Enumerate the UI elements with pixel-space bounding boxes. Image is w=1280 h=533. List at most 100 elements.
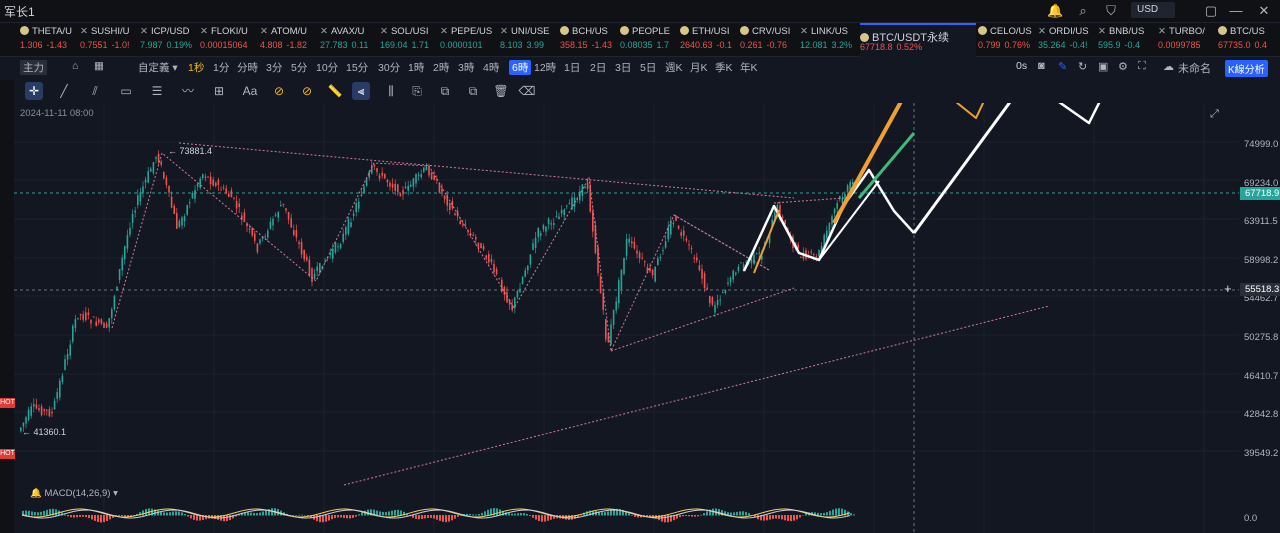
refresh-icon[interactable]: ↻ <box>1078 60 1087 73</box>
pattern-icon[interactable]: ⫷ <box>352 82 370 100</box>
trash-icon[interactable]: ⌫ <box>518 82 536 100</box>
cloud-icon[interactable]: ☁ <box>1163 60 1174 73</box>
pen-icon[interactable]: ✎ <box>1058 60 1067 73</box>
timeframe-option[interactable]: 3日 <box>615 60 631 75</box>
close-tab-icon[interactable]: ✕ <box>800 26 808 37</box>
lock-drawing-icon[interactable]: ⊘ <box>298 82 316 100</box>
timeframe-option[interactable]: 月K <box>690 60 708 75</box>
kline-analysis-button[interactable]: K線分析 <box>1225 60 1268 77</box>
currency-select[interactable]: USD <box>1131 2 1175 18</box>
timeframe-option[interactable]: 15分 <box>346 60 368 75</box>
price-chart[interactable] <box>14 103 1280 533</box>
ticker-tab[interactable]: PEOPLE 0.08035 1.7 <box>620 23 678 56</box>
search-icon[interactable]: ⌕ <box>1075 3 1091 19</box>
timeframe-option[interactable]: 1秒 <box>188 60 204 75</box>
crosshair-plus-icon[interactable]: + <box>1224 281 1232 296</box>
trend-line-icon[interactable]: ╱ <box>55 82 73 100</box>
candle-body <box>662 249 664 251</box>
fullscreen-icon[interactable]: ⛶ <box>1138 60 1146 73</box>
timeframe-option[interactable]: 2時 <box>433 60 449 75</box>
timeframe-option[interactable]: 1分 <box>213 60 229 75</box>
ticker-tab[interactable]: CELO/US 0.799 0.76% <box>978 23 1036 56</box>
magnet-icon[interactable]: ⊘ <box>270 82 288 100</box>
settings-icon[interactable]: ⚙ <box>1118 60 1128 73</box>
layout-name[interactable]: 未命名 <box>1178 60 1211 76</box>
close-icon[interactable]: ✕ <box>1256 3 1272 19</box>
ruler-icon[interactable]: 📏 <box>326 82 344 100</box>
macd-indicator-label[interactable]: 🔔 MACD(14,26,9) ▾ <box>30 488 118 499</box>
timeframe-option[interactable]: 6時 <box>509 60 532 75</box>
copy-icon[interactable]: ⎘ <box>408 82 426 100</box>
timeframe-option[interactable]: 分時 <box>237 60 258 75</box>
crosshair-icon[interactable]: ✛ <box>25 82 43 100</box>
clone-icon[interactable]: ⧉ <box>464 82 482 100</box>
timeframe-option[interactable]: 30分 <box>378 60 400 75</box>
shirt-icon[interactable]: ⛉ <box>1103 3 1119 19</box>
ticker-tab[interactable]: BTC/US 67735.0 0.4 <box>1218 23 1276 56</box>
duplicate-icon[interactable]: ⧉ <box>436 82 454 100</box>
hot-badge-2[interactable]: HOT <box>0 449 15 459</box>
ticker-tab[interactable]: ✕ TURBO/0.0099785 <box>1158 23 1216 56</box>
text-icon[interactable]: Aa <box>241 82 259 100</box>
ticker-tab[interactable]: ✕ ATOM/U 4.808 -1.82 <box>260 23 318 56</box>
close-tab-icon[interactable]: ✕ <box>80 26 88 37</box>
close-tab-icon[interactable]: ✕ <box>500 26 508 37</box>
camera-icon[interactable]: ◙ <box>1038 60 1045 72</box>
expand-icon[interactable]: ⤢ <box>1210 108 1219 121</box>
timeframe-option[interactable]: 3時 <box>458 60 474 75</box>
candle-body <box>373 164 376 167</box>
ticker-tab[interactable]: ✕ SUSHI/U 0.7551 -1.0! <box>80 23 138 56</box>
minimize-icon[interactable]: — <box>1228 3 1244 19</box>
bell-icon[interactable]: 🔔 <box>1047 3 1063 19</box>
ticker-tab[interactable]: BTC/USDT永续 67718.8 0.52% <box>860 23 976 58</box>
close-tab-icon[interactable]: ✕ <box>140 26 148 37</box>
ticker-tab[interactable]: ✕ UNI/USE 8.103 3.99 <box>500 23 558 56</box>
timeframe-option[interactable]: 2日 <box>590 60 606 75</box>
ticker-tab[interactable]: ✕ ICP/USD 7.987 0.19% <box>140 23 198 56</box>
close-tab-icon[interactable]: ✕ <box>380 26 388 37</box>
close-tab-icon[interactable]: ✕ <box>1098 26 1106 37</box>
wave-icon[interactable]: 〰 <box>179 82 197 100</box>
horizontal-lines-icon[interactable]: ☰ <box>148 82 166 100</box>
ticker-tab[interactable]: ✕ SOL/USI 169.04 1.71 <box>380 23 438 56</box>
close-tab-icon[interactable]: ✕ <box>320 26 328 37</box>
ticker-tab[interactable]: CRV/USI 0.261 -0.76 <box>740 23 798 56</box>
ticker-tab[interactable]: ✕ AVAX/U 27.783 0.11 <box>320 23 378 56</box>
close-tab-icon[interactable]: ✕ <box>260 26 268 37</box>
calendar-icon[interactable]: ▦ <box>94 60 104 72</box>
timeframe-option[interactable]: 3分 <box>266 60 282 75</box>
timeframe-option[interactable]: 5日 <box>640 60 656 75</box>
ticker-tab[interactable]: ✕ BNB/US 595.9 -0.4 <box>1098 23 1156 56</box>
timeframe-option[interactable]: 週K <box>665 60 683 75</box>
measure-icon[interactable]: ⊞ <box>210 82 228 100</box>
window-icon[interactable]: ▢ <box>1203 3 1219 19</box>
rectangle-icon[interactable]: ▭ <box>117 82 135 100</box>
close-tab-icon[interactable]: ✕ <box>1038 26 1046 37</box>
delete-icon[interactable]: 🗑 <box>492 82 510 100</box>
multi-line-icon[interactable]: ⫽ <box>86 82 104 100</box>
main-indicator-button[interactable]: 主力 <box>20 60 47 75</box>
timeframe-option[interactable]: 1日 <box>564 60 580 75</box>
alert-icon[interactable]: ⌂ <box>72 60 78 72</box>
timeframe-option[interactable]: 12時 <box>534 60 556 75</box>
candle-icon[interactable]: ⫼ <box>382 82 400 100</box>
ticker-tab[interactable]: ETH/USI 2640.63 -0.1 <box>680 23 738 56</box>
timeframe-option[interactable]: 季K <box>715 60 733 75</box>
timeframe-option[interactable]: 年K <box>740 60 758 75</box>
hot-badge-1[interactable]: HOT <box>0 398 15 408</box>
ticker-tab[interactable]: BCH/US 358.15 -1.43 <box>560 23 618 56</box>
ticker-tab[interactable]: ✕ ORDI/US 35.264 -0.4! <box>1038 23 1096 56</box>
ticker-tab[interactable]: ✕ PEPE/US 0.0000101 <box>440 23 498 56</box>
ticker-tab[interactable]: ✕ LINK/US 12.081 3.2% <box>800 23 858 56</box>
ticker-tab[interactable]: ✕ FLOKI/U 0.00015064 <box>200 23 258 56</box>
close-tab-icon[interactable]: ✕ <box>440 26 448 37</box>
custom-interval-select[interactable]: 自定義 ▾ <box>138 60 178 75</box>
timeframe-option[interactable]: 4時 <box>483 60 499 75</box>
ticker-tab[interactable]: THETA/U 1.306 -1.43 <box>20 23 78 56</box>
close-tab-icon[interactable]: ✕ <box>200 26 208 37</box>
timeframe-option[interactable]: 1時 <box>408 60 424 75</box>
save-icon[interactable]: ▣ <box>1098 60 1108 73</box>
timeframe-option[interactable]: 10分 <box>316 60 338 75</box>
timeframe-option[interactable]: 5分 <box>291 60 307 75</box>
close-tab-icon[interactable]: ✕ <box>1158 26 1166 37</box>
